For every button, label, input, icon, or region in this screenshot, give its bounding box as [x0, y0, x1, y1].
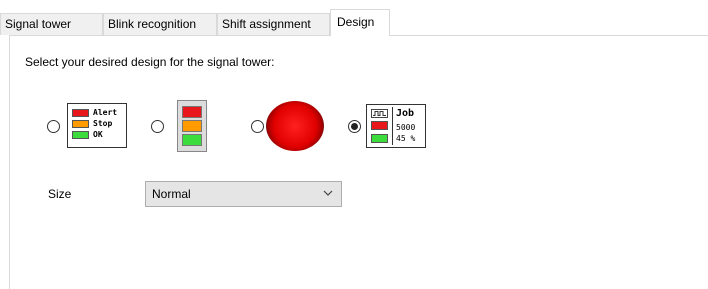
red-lamp-swatch [72, 109, 89, 117]
orange-lamp-swatch [72, 120, 89, 128]
labeled-tower-icon: Alert Stop OK [67, 103, 127, 148]
green-lamp-swatch [72, 131, 89, 139]
tab-strip: Signal tower Blink recognition Shift ass… [0, 0, 708, 36]
design-description: Select your desired design for the signa… [25, 55, 275, 69]
tab-label: Shift assignment [222, 17, 311, 31]
waveform-icon [371, 109, 388, 118]
lamp-label-ok: OK [93, 130, 103, 139]
size-select-value: Normal [152, 187, 191, 201]
icon-divider [392, 107, 393, 145]
orange-segment [182, 120, 202, 132]
chevron-down-icon [323, 190, 333, 196]
design-option-labeled-radio[interactable] [47, 120, 60, 133]
job-count: 5000 [396, 123, 416, 132]
tab-label: Blink recognition [108, 17, 197, 31]
stacked-tower-icon [177, 100, 207, 152]
design-option-lamp-radio[interactable] [251, 120, 264, 133]
design-panel [9, 35, 708, 289]
design-option-job-radio[interactable] [348, 120, 361, 133]
job-label: Job [396, 108, 415, 119]
tab-label: Signal tower [5, 17, 72, 31]
design-option-stacked-radio[interactable] [151, 120, 164, 133]
tab-blink-recognition[interactable]: Blink recognition [103, 13, 217, 35]
tab-signal-tower[interactable]: Signal tower [0, 13, 103, 35]
job-tower-icon: Job 5000 45 % [366, 104, 426, 148]
red-lamp-icon [266, 101, 324, 151]
green-segment [182, 134, 202, 146]
tab-design[interactable]: Design [330, 9, 390, 36]
tab-label: Design [337, 15, 375, 29]
tab-shift-assignment[interactable]: Shift assignment [217, 13, 330, 35]
green-lamp-swatch [371, 134, 388, 143]
size-label: Size [48, 187, 72, 201]
job-percent: 45 % [396, 134, 416, 143]
size-select[interactable]: Normal [145, 181, 342, 207]
red-segment [182, 106, 202, 118]
red-lamp-swatch [371, 121, 388, 130]
